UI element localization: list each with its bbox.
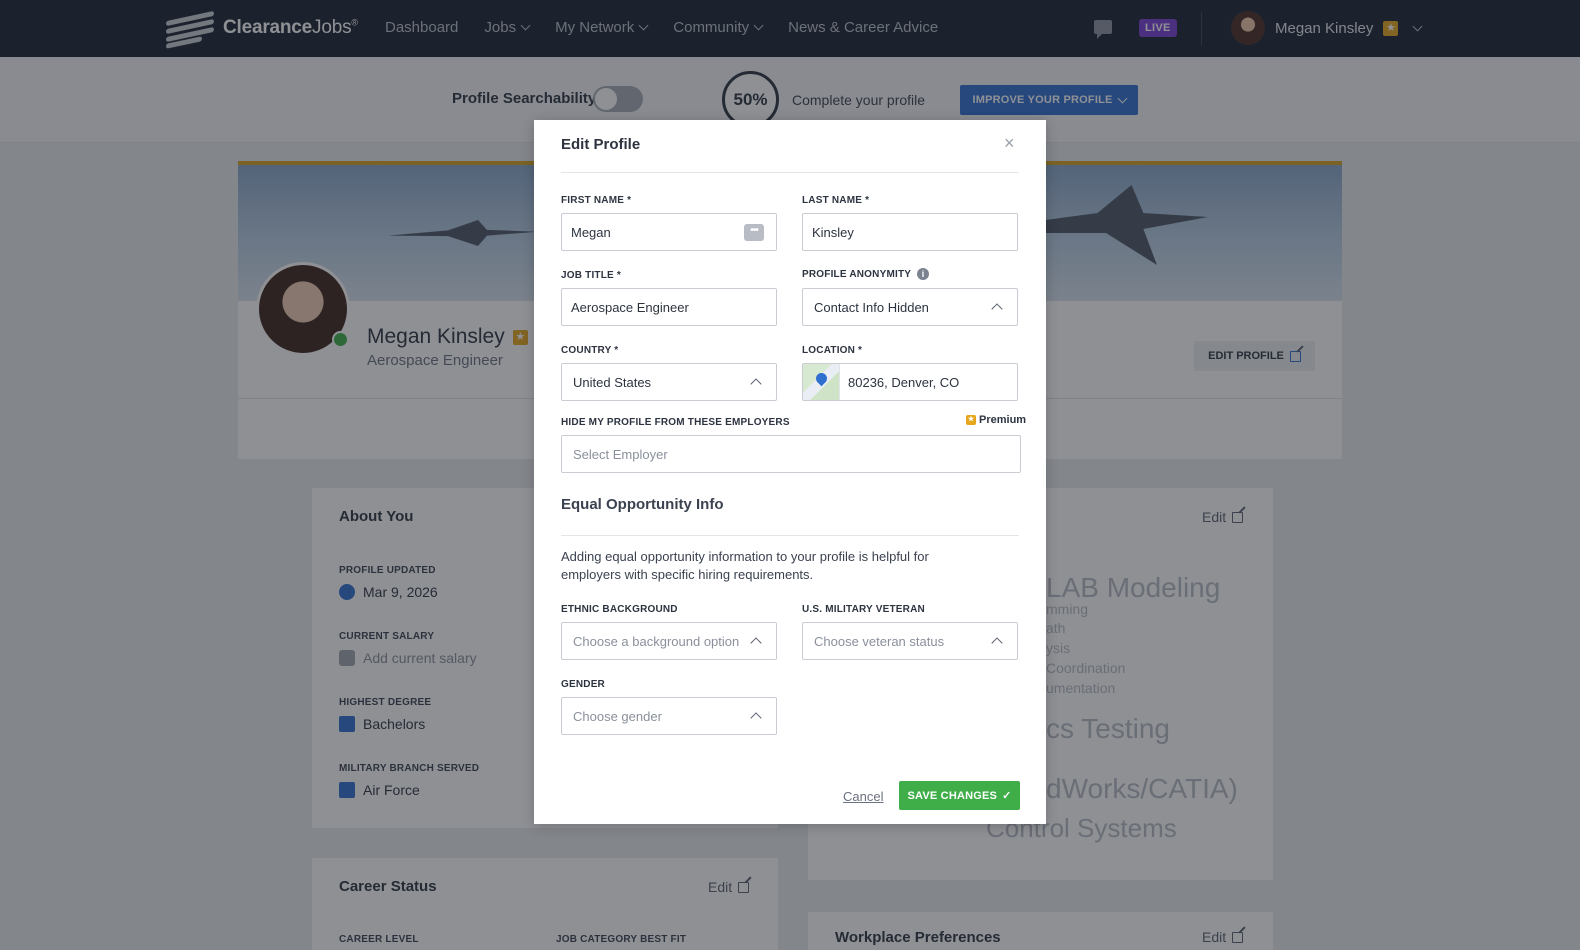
last-name-label: LAST NAME *: [802, 195, 870, 206]
military-veteran-label: U.S. MILITARY VETERAN: [802, 604, 925, 615]
premium-tag: ★ Premium: [966, 414, 1027, 426]
map-pin-icon: [803, 364, 840, 400]
ethnic-background-label: ETHNIC BACKGROUND: [561, 604, 678, 615]
country-select[interactable]: United States: [561, 363, 777, 401]
ethnic-background-select[interactable]: Choose a background option: [561, 622, 777, 660]
country-label: COUNTRY *: [561, 345, 619, 356]
hide-employers-label: HIDE MY PROFILE FROM THESE EMPLOYERS: [561, 417, 790, 428]
equal-opportunity-title: Equal Opportunity Info: [561, 496, 724, 513]
info-icon[interactable]: i: [917, 268, 930, 280]
save-changes-button[interactable]: SAVE CHANGES ✓: [899, 781, 1020, 810]
job-title-label: JOB TITLE *: [561, 270, 621, 281]
location-label: LOCATION *: [802, 345, 863, 356]
divider: [561, 172, 1019, 173]
job-title-field[interactable]: Aerospace Engineer: [561, 288, 777, 326]
equal-opportunity-description: Adding equal opportunity information to …: [561, 549, 929, 582]
close-icon[interactable]: ×: [1004, 133, 1015, 154]
first-name-field[interactable]: Megan •••: [561, 213, 777, 251]
chevron-up-icon: [750, 712, 762, 724]
first-name-label: FIRST NAME *: [561, 195, 632, 206]
premium-star-icon: ★: [966, 415, 976, 425]
chevron-up-icon: [991, 303, 1003, 315]
gender-select[interactable]: Choose gender: [561, 697, 777, 735]
profile-anonymity-label: PROFILE ANONYMITY i: [802, 268, 930, 280]
cancel-button[interactable]: Cancel: [843, 789, 883, 804]
checkmark-icon: ✓: [1002, 790, 1012, 802]
select-employer-field[interactable]: Select Employer: [561, 435, 1021, 473]
veteran-status-select[interactable]: Choose veteran status: [802, 622, 1018, 660]
edit-profile-modal: Edit Profile × FIRST NAME * Megan ••• LA…: [534, 120, 1046, 824]
chevron-up-icon: [991, 637, 1003, 649]
divider: [561, 535, 1019, 536]
profile-anonymity-select[interactable]: Contact Info Hidden: [802, 288, 1018, 326]
gender-label: GENDER: [561, 679, 605, 690]
modal-title: Edit Profile: [561, 136, 641, 153]
chevron-up-icon: [750, 378, 762, 390]
chevron-up-icon: [750, 637, 762, 649]
more-options-icon[interactable]: •••: [744, 224, 764, 241]
location-field[interactable]: 80236, Denver, CO: [802, 363, 1018, 401]
last-name-field[interactable]: Kinsley: [802, 213, 1018, 251]
